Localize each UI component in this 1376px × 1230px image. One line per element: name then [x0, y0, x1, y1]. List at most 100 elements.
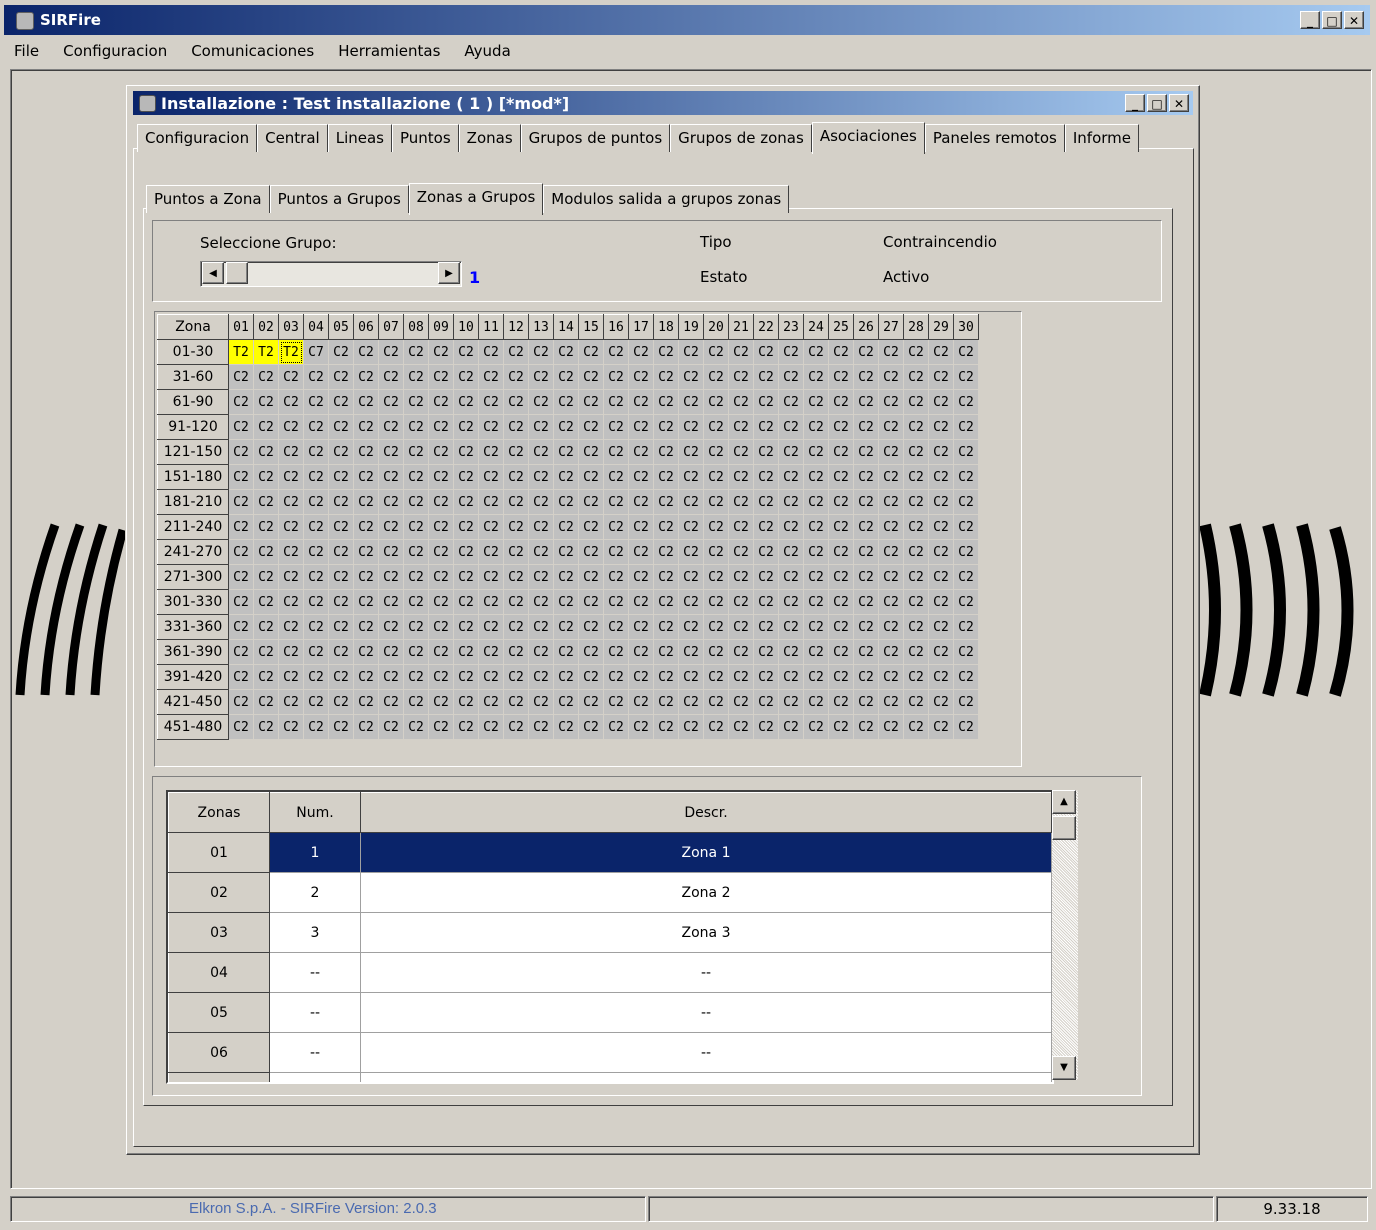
- matrix-cell[interactable]: C2: [653, 414, 679, 440]
- matrix-cell[interactable]: C2: [228, 639, 254, 665]
- tab-configuracion[interactable]: Configuracion: [137, 124, 258, 152]
- matrix-cell[interactable]: C2: [253, 689, 279, 715]
- matrix-cell[interactable]: C2: [278, 389, 304, 415]
- matrix-cell[interactable]: C2: [628, 564, 654, 590]
- matrix-cell[interactable]: C2: [403, 439, 429, 465]
- matrix-cell[interactable]: C2: [953, 414, 979, 440]
- matrix-cell[interactable]: C2: [703, 589, 729, 615]
- matrix-cell[interactable]: C2: [653, 564, 679, 590]
- matrix-cell[interactable]: C2: [803, 614, 829, 640]
- matrix-cell[interactable]: C2: [678, 339, 704, 365]
- matrix-cell[interactable]: C2: [803, 589, 829, 615]
- matrix-cell[interactable]: C2: [928, 464, 954, 490]
- matrix-cell[interactable]: C2: [828, 339, 854, 365]
- matrix-cell[interactable]: C2: [328, 439, 354, 465]
- matrix-cell[interactable]: C2: [228, 514, 254, 540]
- matrix-cell[interactable]: C2: [953, 539, 979, 565]
- matrix-cell[interactable]: C2: [328, 539, 354, 565]
- matrix-cell[interactable]: C2: [803, 564, 829, 590]
- matrix-cell[interactable]: C2: [528, 389, 554, 415]
- zone-descr-cell[interactable]: --: [360, 1032, 1052, 1073]
- matrix-cell[interactable]: C2: [728, 364, 754, 390]
- subtab-modulos-salida-a-grupos-zonas[interactable]: Modulos salida a grupos zonas: [543, 185, 790, 213]
- matrix-cell[interactable]: C2: [728, 489, 754, 515]
- matrix-cell[interactable]: C2: [653, 714, 679, 740]
- matrix-cell[interactable]: C2: [253, 389, 279, 415]
- matrix-cell[interactable]: C2: [553, 439, 579, 465]
- matrix-cell[interactable]: C2: [553, 389, 579, 415]
- matrix-cell[interactable]: C2: [578, 439, 604, 465]
- matrix-cell[interactable]: C2: [228, 539, 254, 565]
- matrix-cell[interactable]: C2: [803, 389, 829, 415]
- tab-asociaciones[interactable]: Asociaciones: [811, 122, 925, 154]
- matrix-cell[interactable]: C2: [303, 464, 329, 490]
- matrix-cell[interactable]: C2: [728, 389, 754, 415]
- matrix-cell[interactable]: C2: [278, 614, 304, 640]
- matrix-cell[interactable]: C2: [778, 714, 804, 740]
- matrix-cell[interactable]: C2: [903, 639, 929, 665]
- matrix-cell[interactable]: C2: [803, 664, 829, 690]
- matrix-cell[interactable]: C2: [953, 614, 979, 640]
- matrix-cell[interactable]: C2: [753, 464, 779, 490]
- matrix-cell[interactable]: C2: [828, 564, 854, 590]
- child-close-button[interactable]: ✕: [1169, 94, 1189, 112]
- matrix-cell[interactable]: C2: [578, 664, 604, 690]
- matrix-cell[interactable]: C2: [253, 439, 279, 465]
- matrix-cell[interactable]: C2: [753, 589, 779, 615]
- matrix-cell[interactable]: C2: [278, 414, 304, 440]
- matrix-cell[interactable]: C2: [778, 614, 804, 640]
- matrix-cell[interactable]: C2: [303, 689, 329, 715]
- matrix-cell[interactable]: C2: [728, 689, 754, 715]
- matrix-cell[interactable]: C2: [878, 639, 904, 665]
- tab-lineas[interactable]: Lineas: [327, 124, 392, 152]
- matrix-cell[interactable]: C2: [328, 689, 354, 715]
- table-row[interactable]: 01 1 Zona 1: [168, 832, 1052, 873]
- matrix-cell[interactable]: C2: [553, 514, 579, 540]
- matrix-cell[interactable]: C2: [403, 489, 429, 515]
- matrix-cell[interactable]: C2: [403, 589, 429, 615]
- matrix-cell[interactable]: C2: [803, 714, 829, 740]
- matrix-cell[interactable]: C2: [303, 364, 329, 390]
- matrix-cell[interactable]: C2: [528, 639, 554, 665]
- subtab-zonas-a-grupos[interactable]: Zonas a Grupos: [408, 183, 544, 215]
- matrix-cell[interactable]: C2: [378, 414, 404, 440]
- matrix-cell[interactable]: C2: [928, 689, 954, 715]
- scroll-left-icon[interactable]: ◀: [202, 262, 224, 284]
- matrix-cell[interactable]: T2: [278, 339, 304, 365]
- matrix-cell[interactable]: C2: [428, 514, 454, 540]
- matrix-cell[interactable]: C2: [928, 664, 954, 690]
- matrix-cell[interactable]: C2: [653, 339, 679, 365]
- matrix-cell[interactable]: C2: [528, 414, 554, 440]
- matrix-cell[interactable]: C2: [553, 589, 579, 615]
- matrix-cell[interactable]: C2: [503, 714, 529, 740]
- matrix-cell[interactable]: C2: [503, 539, 529, 565]
- matrix-cell[interactable]: C2: [328, 414, 354, 440]
- matrix-cell[interactable]: C2: [878, 614, 904, 640]
- matrix-cell[interactable]: C2: [303, 664, 329, 690]
- zone-num-cell[interactable]: --: [269, 992, 361, 1033]
- matrix-cell[interactable]: C2: [503, 639, 529, 665]
- zone-descr-cell[interactable]: Zona 3: [360, 912, 1052, 953]
- matrix-cell[interactable]: C2: [428, 714, 454, 740]
- matrix-cell[interactable]: C2: [378, 364, 404, 390]
- matrix-cell[interactable]: C2: [678, 464, 704, 490]
- matrix-cell[interactable]: C2: [753, 414, 779, 440]
- matrix-cell[interactable]: C2: [953, 689, 979, 715]
- matrix-cell[interactable]: C2: [878, 664, 904, 690]
- table-row[interactable]: 07----: [168, 1072, 1052, 1082]
- matrix-cell[interactable]: C2: [828, 389, 854, 415]
- tab-paneles-remotos[interactable]: Paneles remotos: [924, 124, 1065, 152]
- matrix-cell[interactable]: C2: [428, 564, 454, 590]
- matrix-cell[interactable]: C2: [703, 489, 729, 515]
- matrix-cell[interactable]: C2: [303, 639, 329, 665]
- tab-grupos-de-puntos[interactable]: Grupos de puntos: [520, 124, 671, 152]
- matrix-cell[interactable]: C2: [403, 539, 429, 565]
- matrix-cell[interactable]: C2: [553, 414, 579, 440]
- matrix-cell[interactable]: C2: [428, 439, 454, 465]
- matrix-cell[interactable]: C2: [403, 639, 429, 665]
- matrix-cell[interactable]: C2: [878, 514, 904, 540]
- zone-list-header-num[interactable]: Num.: [269, 792, 361, 833]
- matrix-cell[interactable]: C2: [553, 689, 579, 715]
- matrix-cell[interactable]: C2: [628, 514, 654, 540]
- matrix-cell[interactable]: T2: [253, 339, 279, 365]
